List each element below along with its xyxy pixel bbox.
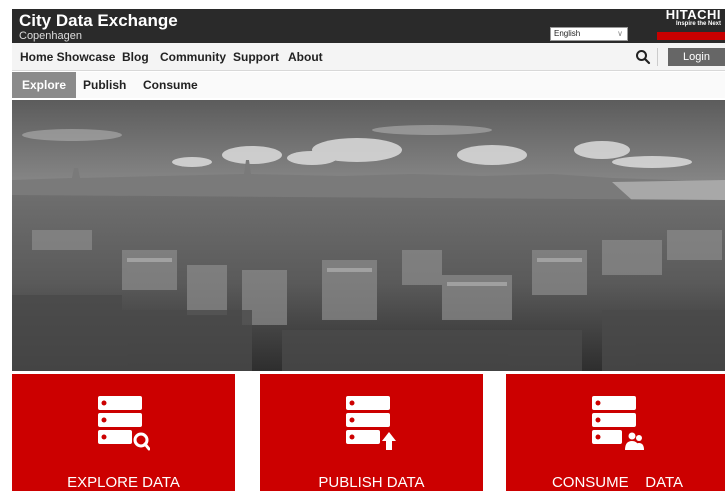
brand-tagline: Inspire the Next [675, 21, 721, 27]
brand: HITACHI Inspire the Next [653, 9, 725, 28]
search-button[interactable] [635, 48, 651, 66]
site-title[interactable]: City Data Exchange [19, 12, 178, 30]
publish-data-label: PUBLISH DATA [318, 474, 425, 491]
hero-city-panorama [12, 100, 725, 371]
database-upload-icon [346, 396, 396, 450]
consume-data-tile[interactable]: CONSUME DATA [506, 374, 725, 491]
nav-divider [657, 48, 658, 66]
tab-consume[interactable]: Consume [133, 72, 208, 98]
page: City Data Exchange Copenhagen English ∨ … [12, 9, 725, 491]
sub-nav: Explore Publish Consume [12, 72, 725, 98]
nav-item-support[interactable]: Support [233, 50, 279, 64]
top-header: City Data Exchange Copenhagen English ∨ … [12, 9, 725, 43]
nav-item-community[interactable]: Community [160, 50, 226, 64]
hero-image [12, 100, 725, 371]
main-nav: Home Showcase Blog Community Support Abo… [12, 43, 725, 71]
nav-item-blog[interactable]: Blog [122, 50, 149, 64]
language-value: English [554, 29, 581, 38]
tab-explore[interactable]: Explore [12, 72, 77, 98]
explore-data-label: EXPLORE DATA [67, 474, 180, 491]
database-users-icon [592, 396, 644, 450]
language-select[interactable]: English ∨ [550, 27, 628, 41]
search-icon [636, 50, 651, 65]
chevron-down-icon: ∨ [617, 29, 623, 38]
brand-accent-bar [657, 32, 725, 40]
hitachi-logo: HITACHI [665, 9, 721, 22]
consume-data-label: CONSUME DATA [551, 474, 684, 491]
publish-data-tile[interactable]: PUBLISH DATA [260, 374, 483, 491]
explore-data-tile[interactable]: EXPLORE DATA [12, 374, 235, 491]
site-city: Copenhagen [19, 30, 83, 42]
tab-publish[interactable]: Publish [73, 72, 136, 98]
nav-item-about[interactable]: About [288, 50, 323, 64]
nav-item-home-showcase[interactable]: Home Showcase [20, 50, 115, 64]
database-search-icon [98, 396, 150, 451]
login-button[interactable]: Login [668, 48, 725, 66]
